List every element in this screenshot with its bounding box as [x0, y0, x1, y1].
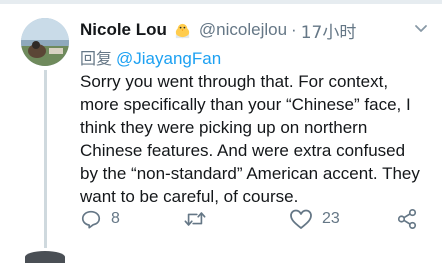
share-button[interactable] — [396, 208, 418, 230]
reply-to-handle[interactable]: @JiayangFan — [116, 49, 221, 68]
tweet-body-line: Chinese features. And were extra confuse… — [80, 141, 406, 160]
like-button[interactable]: 23 — [289, 208, 340, 230]
tweet-body-line: by the “non-standard” American accent. T… — [80, 164, 420, 183]
reply-prefix: 回复 — [80, 49, 113, 68]
top-divider — [0, 0, 442, 4]
hatching-chick-icon — [173, 21, 192, 40]
tweet-body-line: want to be careful, of course. — [80, 187, 299, 206]
chevron-down-icon[interactable] — [412, 19, 430, 37]
tweet-body-line: more specifically than your “Chinese” fa… — [80, 95, 411, 114]
tweet-body-line: Sorry you went through that. For context… — [80, 72, 389, 91]
timestamp[interactable]: 17小时 — [301, 18, 357, 43]
avatar[interactable] — [21, 18, 69, 66]
reply-button[interactable]: 8 — [80, 208, 120, 230]
thread-line — [44, 70, 47, 248]
share-icon — [397, 209, 417, 229]
retweet-icon — [184, 212, 206, 226]
tweet-body-line: think they were picking up on northern — [80, 118, 368, 137]
reply-icon — [81, 210, 101, 229]
tweet-actions: 8 23 — [80, 208, 420, 232]
tweet-body: Sorry you went through that. For context… — [80, 70, 432, 208]
author-handle[interactable]: @nicolejlou — [199, 20, 287, 40]
reply-context: 回复 @JiayangFan — [80, 45, 221, 69]
like-count: 23 — [322, 210, 340, 227]
tweet-header: Nicole Lou @nicolejlou · 17小时 — [80, 18, 357, 43]
retweet-button[interactable] — [183, 208, 207, 230]
avatar-photo — [21, 18, 69, 66]
reply-count: 8 — [111, 210, 120, 227]
next-tweet-avatar[interactable] — [25, 251, 65, 263]
author-name[interactable]: Nicole Lou — [80, 20, 167, 40]
heart-icon — [290, 209, 312, 229]
time-separator: · — [291, 20, 297, 39]
